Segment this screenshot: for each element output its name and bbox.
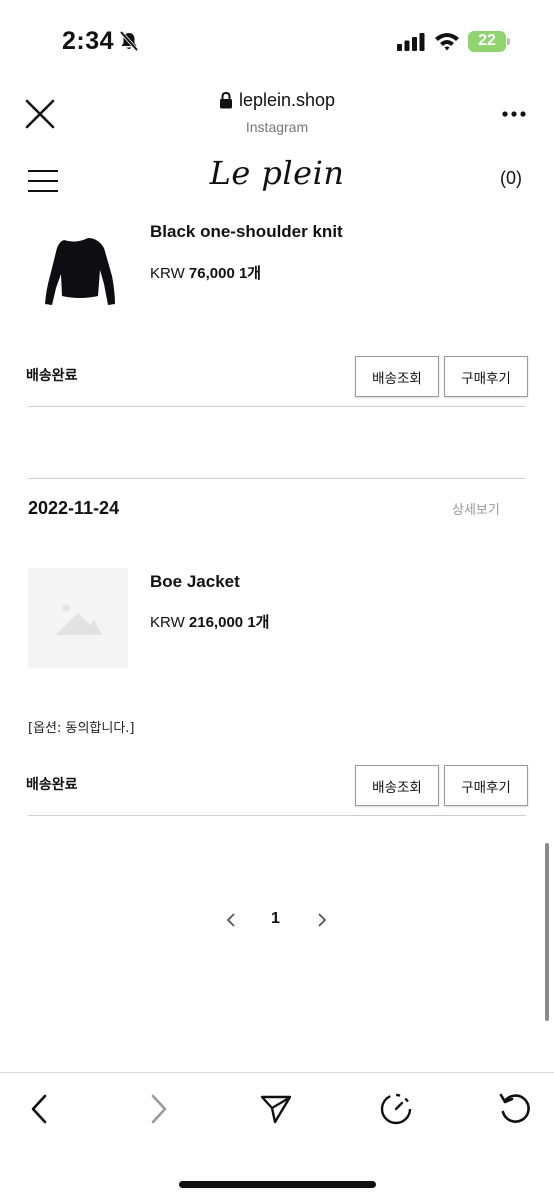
delivery-status: 배송완료 [26,777,78,793]
divider [28,406,526,407]
in-app-browser-header: leplein.shop Instagram [0,84,554,148]
product-thumbnail-knit[interactable] [28,218,128,318]
track-delivery-button[interactable]: 배송조회 [355,356,439,397]
cart-count[interactable]: (0) [500,168,522,189]
order-detail-link[interactable]: 상세보기 [452,499,500,518]
url-block: leplein.shop Instagram [0,90,554,135]
reload-icon[interactable] [496,1091,532,1127]
product-option: [옵션: 동의합니다.] [28,721,135,736]
divider [28,478,526,479]
order-date: 2022-11-24 [28,498,120,518]
pagination-prev-icon[interactable] [224,910,238,930]
status-time: 2:34 [62,27,115,55]
battery-level: 22 [478,32,496,49]
lock-icon [219,92,232,109]
chevron-right-icon[interactable] [140,1091,176,1127]
write-review-button[interactable]: 구매후기 [444,765,528,806]
image-placeholder-icon[interactable] [28,568,128,668]
site-header: Le plein (0) [0,148,554,212]
wifi-icon [435,33,459,51]
timer-icon[interactable] [378,1091,414,1127]
home-indicator[interactable] [179,1181,376,1188]
scrollbar[interactable] [545,843,549,1021]
browser-source: Instagram [245,119,309,135]
status-bar: 2:34 22 [0,0,554,84]
product-name[interactable]: Boe Jacket [150,572,240,592]
site-logo[interactable]: Le plein [0,154,554,192]
battery-indicator: 22 [468,31,510,52]
delivery-status: 배송완료 [26,368,78,384]
write-review-button[interactable]: 구매후기 [444,356,528,397]
url-text: leplein.shop [238,90,336,110]
product-name[interactable]: Black one-shoulder knit [150,222,343,242]
pagination-next-icon[interactable] [315,910,329,930]
product-price: KRW 216,000 1개 [150,614,270,631]
track-delivery-button[interactable]: 배송조회 [355,765,439,806]
product-price: KRW 76,000 1개 [150,265,262,282]
chevron-left-icon[interactable] [22,1091,58,1127]
browser-toolbar [0,1072,554,1200]
more-icon[interactable] [502,111,526,117]
pagination-current-page[interactable]: 1 [271,910,280,928]
bell-slash-icon [119,30,139,52]
paper-plane-icon[interactable] [258,1091,294,1127]
divider [28,815,526,816]
cellular-signal-icon [397,33,425,51]
